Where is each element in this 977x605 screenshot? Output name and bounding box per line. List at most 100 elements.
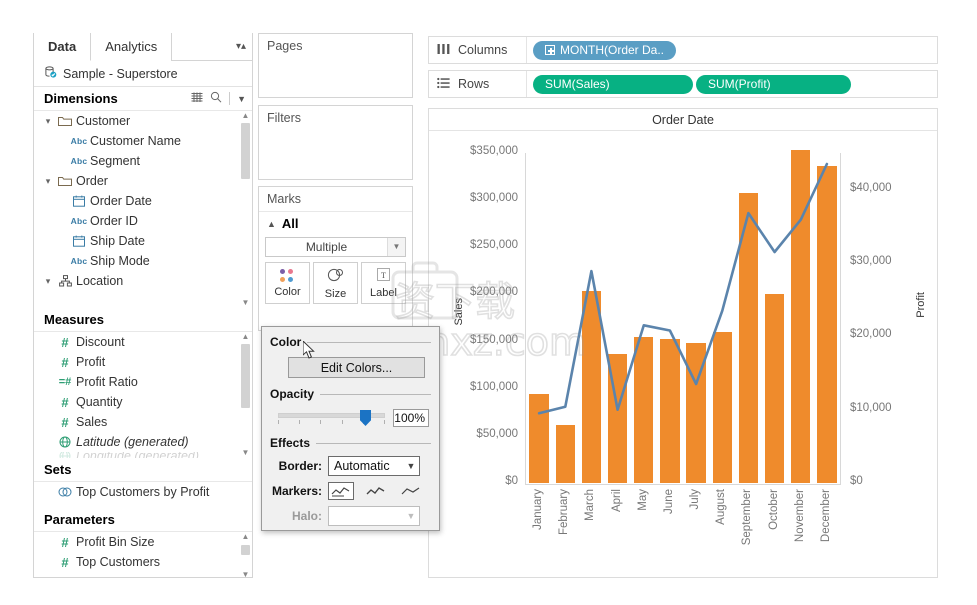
- dim-customer[interactable]: ▾ Customer: [34, 111, 252, 131]
- chevron-up-icon: ▲: [267, 218, 276, 229]
- pill-sum-profit[interactable]: SUM(Profit): [696, 74, 851, 94]
- measure-profit-ratio[interactable]: =# Profit Ratio: [34, 372, 252, 392]
- profit-line-chart[interactable]: [429, 131, 937, 578]
- mark-type-dropdown[interactable]: Multiple ▼: [265, 237, 406, 257]
- chevron-down-icon[interactable]: ▼: [387, 238, 405, 256]
- grid-icon[interactable]: [191, 91, 203, 106]
- num-icon: #: [61, 414, 69, 430]
- expand-plus-icon[interactable]: [545, 45, 555, 55]
- columns-label-text: Columns: [458, 43, 508, 57]
- chevron-down-icon[interactable]: ▾: [42, 176, 54, 187]
- measure-quantity[interactable]: # Quantity: [34, 392, 252, 412]
- plot-area[interactable]: $0 $50,000 $100,000 $150,000 $200,000 $250,00…: [429, 131, 937, 577]
- scrollbar-thumb[interactable]: [241, 545, 250, 555]
- chevron-down-icon[interactable]: ▼: [237, 94, 246, 104]
- dim-ship-mode[interactable]: Abc Ship Mode: [34, 251, 252, 271]
- opacity-value[interactable]: 100%: [393, 409, 429, 427]
- item-label: Top Customers by Profit: [76, 485, 210, 499]
- folder-icon: [54, 115, 76, 127]
- dim-location[interactable]: ▾ Location: [34, 271, 252, 291]
- rows-icon: [437, 77, 450, 92]
- marks-card: Marks ▲ All Multiple ▼ Color Size T Labe…: [258, 186, 413, 331]
- markers-label: Markers:: [271, 484, 322, 498]
- scroll-up-arrow[interactable]: ▲: [241, 111, 250, 121]
- border-dropdown[interactable]: Automatic ▼: [328, 456, 420, 476]
- border-value: Automatic: [334, 459, 390, 473]
- dim-segment[interactable]: Abc Segment: [34, 151, 252, 171]
- tab-analytics[interactable]: Analytics: [91, 33, 173, 61]
- edit-colors-button[interactable]: Edit Colors...: [288, 357, 425, 378]
- measure-discount[interactable]: # Discount: [34, 332, 252, 352]
- dim-order-id[interactable]: Abc Order ID: [34, 211, 252, 231]
- columns-shelf-label: Columns: [429, 37, 527, 63]
- datasource-name: Sample - Superstore: [63, 66, 178, 81]
- label-button-label: Label: [370, 287, 397, 299]
- pill-label: MONTH(Order Da..: [560, 43, 665, 57]
- set-icon: [54, 486, 76, 498]
- divider: [320, 393, 431, 395]
- rows-shelf[interactable]: Rows SUM(Sales) SUM(Profit): [428, 70, 938, 98]
- filters-card: Filters: [258, 105, 413, 180]
- scrollbar-thumb[interactable]: [241, 123, 250, 179]
- dim-order-date[interactable]: Order Date: [34, 191, 252, 211]
- marks-title: Marks: [267, 192, 302, 206]
- color-button[interactable]: Color: [265, 262, 310, 304]
- item-label: Ship Mode: [90, 254, 150, 268]
- updown-caret-icon[interactable]: ▾▴: [230, 33, 252, 60]
- marker-all-icon[interactable]: [328, 482, 354, 500]
- pages-card: Pages: [258, 33, 413, 98]
- chevron-down-icon[interactable]: ▾: [42, 116, 54, 127]
- num-icon: #: [61, 554, 69, 570]
- date-icon: [68, 195, 90, 207]
- pill-sum-sales[interactable]: SUM(Sales): [533, 74, 693, 94]
- date-icon: [68, 235, 90, 247]
- dim-ship-date[interactable]: Ship Date: [34, 231, 252, 251]
- tabs-spacer: [172, 33, 230, 60]
- scroll-down-arrow[interactable]: ▼: [241, 570, 250, 577]
- effects-group-header: Effects: [270, 436, 431, 450]
- measure-profit[interactable]: # Profit: [34, 352, 252, 372]
- param-profit-bin-size[interactable]: # Profit Bin Size: [34, 532, 252, 552]
- param-top-customers[interactable]: # Top Customers: [34, 552, 252, 572]
- item-label: Location: [76, 274, 124, 288]
- scroll-down-arrow[interactable]: ▼: [241, 298, 250, 308]
- rows-label-text: Rows: [458, 77, 490, 91]
- size-button[interactable]: Size: [313, 262, 358, 304]
- markers-row: Markers:: [270, 482, 431, 500]
- dim-order[interactable]: ▾ Order: [34, 171, 252, 191]
- search-icon[interactable]: [210, 91, 222, 106]
- num-icon: #: [61, 334, 69, 350]
- abc-icon: Abc: [70, 136, 88, 146]
- marker-none-icon[interactable]: [398, 482, 424, 500]
- measure-latitude-generated[interactable]: Latitude (generated): [34, 432, 252, 452]
- tab-data[interactable]: Data: [34, 33, 92, 61]
- measure-sales[interactable]: # Sales: [34, 412, 252, 432]
- chevron-down-icon[interactable]: ▾: [42, 276, 54, 287]
- datasource-row[interactable]: Sample - Superstore: [34, 61, 252, 87]
- item-label: Sales: [76, 415, 108, 429]
- color-button-label: Color: [274, 285, 301, 298]
- scroll-down-arrow[interactable]: ▼: [241, 448, 250, 458]
- opacity-group-header: Opacity: [270, 387, 431, 401]
- scroll-up-arrow[interactable]: ▲: [241, 532, 250, 542]
- opacity-slider[interactable]: [278, 410, 385, 426]
- pill-month-order-date[interactable]: MONTH(Order Da..: [533, 40, 677, 60]
- opacity-row: 100%: [278, 409, 429, 427]
- dim-customer-name[interactable]: Abc Customer Name: [34, 131, 252, 151]
- marker-selected-icon[interactable]: [363, 482, 389, 500]
- scroll-up-arrow[interactable]: ▲: [241, 332, 250, 342]
- measures-title: Measures: [44, 312, 104, 327]
- marks-all-row[interactable]: ▲ All: [259, 211, 412, 233]
- label-button[interactable]: T Label: [361, 262, 406, 304]
- database-icon: [44, 65, 57, 82]
- item-label: Discount: [76, 335, 125, 349]
- columns-shelf[interactable]: Columns MONTH(Order Da..: [428, 36, 938, 64]
- scrollbar-thumb[interactable]: [241, 344, 250, 408]
- color-options-popup: Color Edit Colors... Opacity 100% Effect…: [261, 326, 440, 531]
- size-button-label: Size: [324, 287, 347, 300]
- halo-label: Halo:: [292, 509, 322, 523]
- set-top-customers-by-profit[interactable]: Top Customers by Profit: [34, 482, 252, 502]
- columns-icon: [437, 43, 450, 58]
- measures-tree: # Discount # Profit =# Profit Ratio # Quantity #…: [34, 332, 252, 458]
- mouse-cursor: [302, 339, 316, 360]
